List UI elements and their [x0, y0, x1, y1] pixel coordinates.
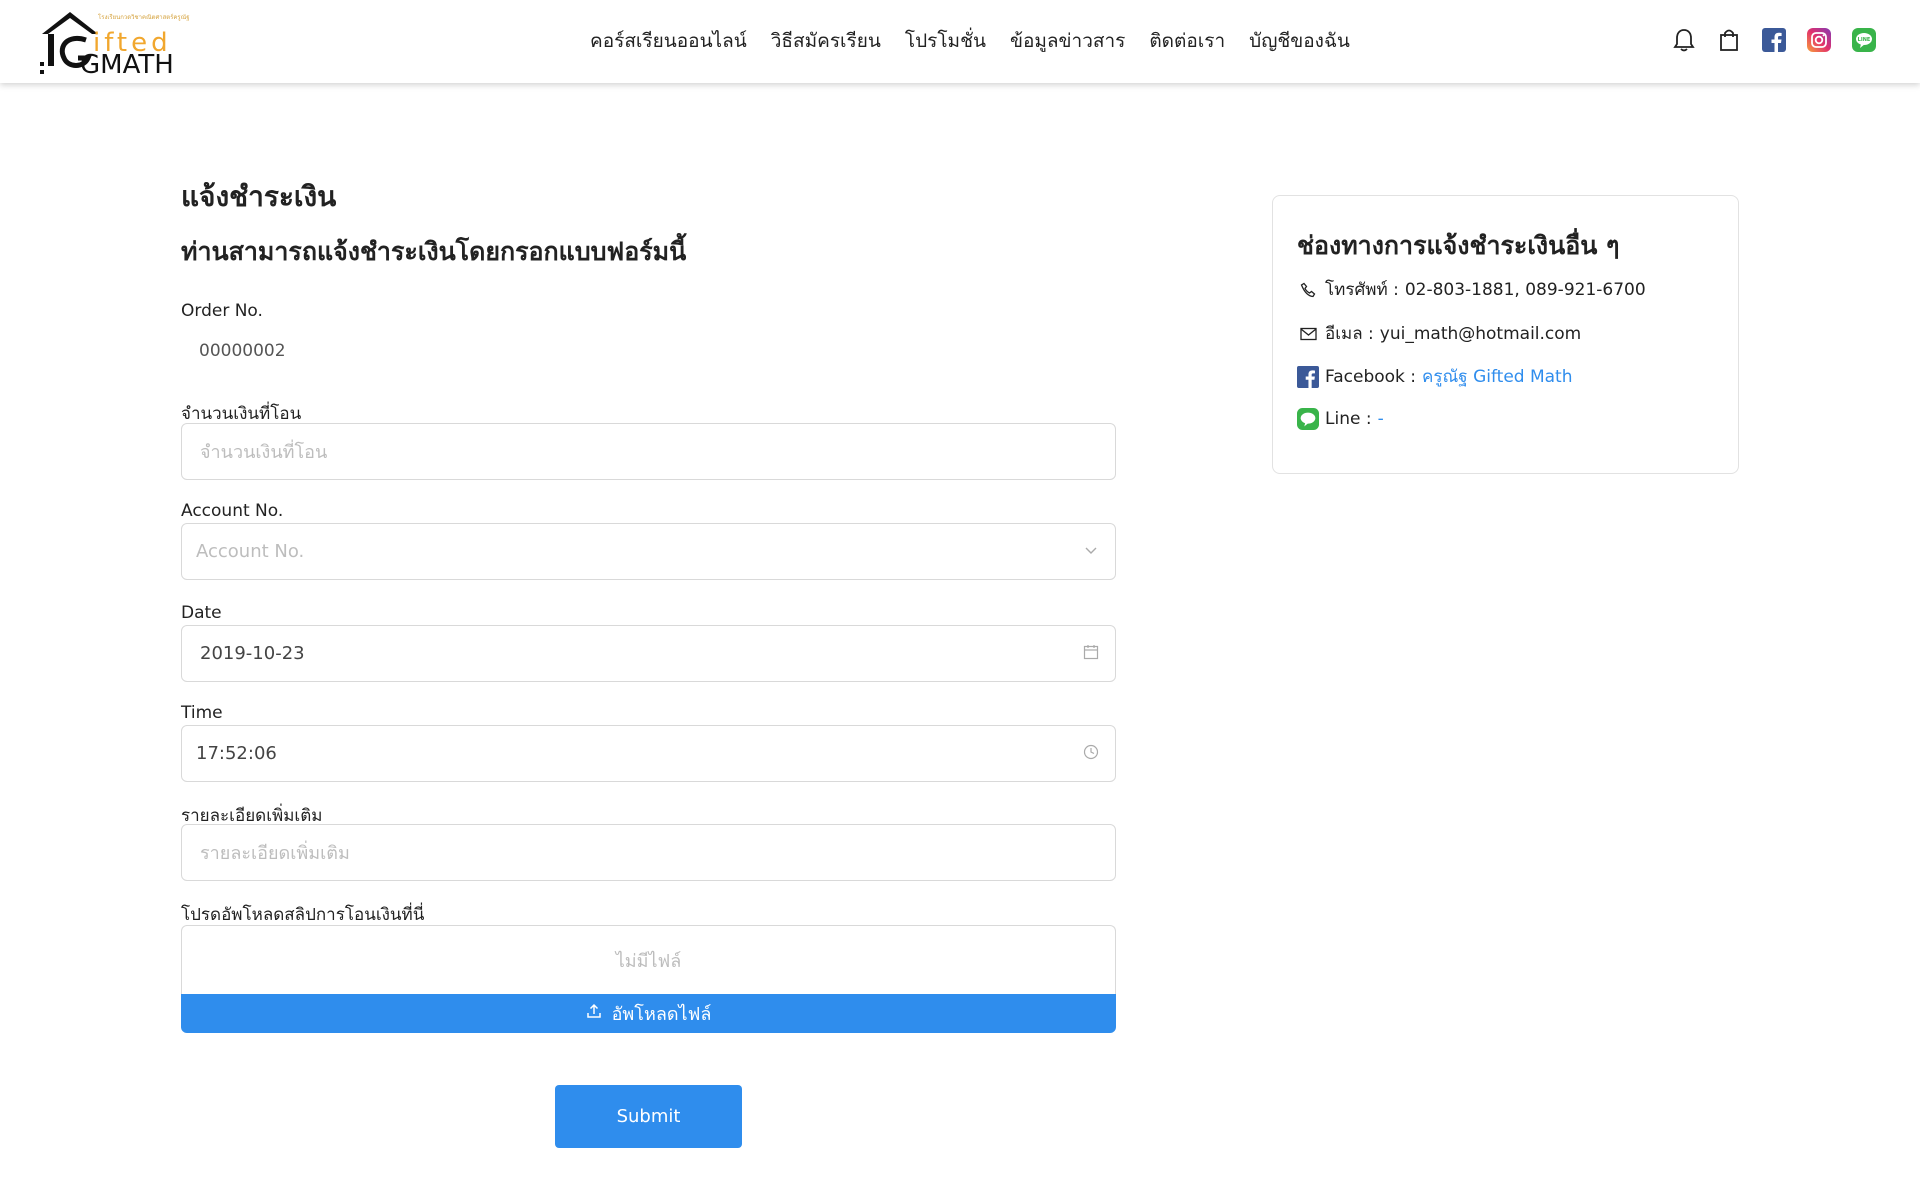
nav-how-to-register[interactable]: วิธีสมัครเรียน: [771, 26, 881, 56]
line-label: Line :: [1325, 409, 1372, 429]
facebook-icon: [1297, 365, 1319, 388]
clock-icon: [1083, 744, 1101, 762]
account-no-label: Account No.: [181, 501, 284, 521]
date-label: Date: [181, 603, 222, 623]
main-nav: คอร์สเรียนออนไลน์ วิธีสมัครเรียน โปรโมชั…: [590, 26, 1350, 56]
submit-button[interactable]: Submit: [555, 1085, 742, 1148]
facebook-row: Facebook : ครูณัฐ Gifted Math: [1297, 363, 1573, 390]
time-picker[interactable]: 17:52:06: [181, 725, 1116, 782]
chevron-down-icon: [1083, 542, 1101, 560]
order-no-value: 00000002: [199, 341, 286, 361]
logo-word-math: GMATH: [80, 50, 174, 80]
nav-my-account[interactable]: บัญชีของฉัน: [1249, 26, 1350, 56]
nav-online-courses[interactable]: คอร์สเรียนออนไลน์: [590, 26, 747, 56]
amount-placeholder: จำนวนเงินที่โอน: [200, 442, 328, 463]
date-value: 2019-10-23: [200, 643, 305, 664]
line-row: Line : -: [1297, 408, 1384, 430]
other-payment-channels-card: ช่องทางการแจ้งชำระเงินอื่น ๆ โทรศัพท์ : …: [1272, 195, 1739, 474]
header-icon-group: LINE: [1671, 27, 1876, 52]
nav-news[interactable]: ข้อมูลข่าวสาร: [1010, 26, 1125, 56]
page-subtitle: ท่านสามารถแจ้งชำระเงินโดยกรอกแบบฟอร์มนี้: [181, 237, 687, 266]
phone-icon: [1297, 279, 1319, 301]
phone-row: โทรศัพท์ : 02-803-1881, 089-921-6700: [1297, 276, 1646, 303]
email-row: อีเมล : yui_math@hotmail.com: [1297, 320, 1581, 347]
facebook-icon[interactable]: [1761, 27, 1786, 52]
order-no-label: Order No.: [181, 301, 263, 321]
gifted-math-logo[interactable]: โรงเรียนกวดวิชาคณิตศาสตร์ครูณัฐ ifted GM…: [38, 6, 198, 80]
account-no-select[interactable]: Account No.: [181, 523, 1116, 580]
upload-file-button[interactable]: อัพโหลดไฟล์: [181, 994, 1116, 1033]
side-card-title: ช่องทางการแจ้งชำระเงินอื่น ๆ: [1297, 231, 1620, 260]
upload-button-label: อัพโหลดไฟล์: [611, 1004, 712, 1025]
upload-empty-text: ไม่มีไฟล์: [615, 951, 682, 972]
upload-label: โปรดอัพโหลดสลิปการโอนเงินที่นี่: [181, 905, 425, 925]
line-link[interactable]: -: [1378, 409, 1384, 429]
email-value: yui_math@hotmail.com: [1379, 323, 1582, 344]
page-title: แจ้งชำระเงิน: [181, 180, 337, 213]
shopping-bag-icon[interactable]: [1716, 27, 1741, 52]
mail-icon: [1297, 323, 1319, 345]
nav-promotions[interactable]: โปรโมชั่น: [905, 26, 986, 56]
top-navbar: โรงเรียนกวดวิชาคณิตศาสตร์ครูณัฐ ifted GM…: [0, 0, 1920, 83]
account-no-placeholder: Account No.: [196, 541, 305, 562]
details-input[interactable]: รายละเอียดเพิ่มเติม: [181, 824, 1116, 881]
upload-icon: [586, 1003, 602, 1024]
nav-contact[interactable]: ติดต่อเรา: [1149, 26, 1225, 56]
time-value: 17:52:06: [196, 743, 277, 764]
phone-label: โทรศัพท์ :: [1325, 280, 1399, 300]
time-label: Time: [181, 703, 223, 723]
line-icon[interactable]: LINE: [1851, 27, 1876, 52]
logo-tagline: โรงเรียนกวดวิชาคณิตศาสตร์ครูณัฐ: [98, 14, 190, 21]
instagram-icon[interactable]: [1806, 27, 1831, 52]
phone-value: 02-803-1881, 089-921-6700: [1404, 279, 1646, 300]
svg-text:LINE: LINE: [1857, 37, 1870, 43]
details-placeholder: รายละเอียดเพิ่มเติม: [200, 843, 350, 864]
calendar-icon: [1083, 644, 1101, 662]
date-picker[interactable]: 2019-10-23: [181, 625, 1116, 682]
amount-input[interactable]: จำนวนเงินที่โอน: [181, 423, 1116, 480]
email-label: อีเมล :: [1325, 324, 1374, 344]
bell-icon[interactable]: [1671, 27, 1696, 52]
facebook-link[interactable]: ครูณัฐ Gifted Math: [1422, 363, 1573, 390]
facebook-label: Facebook :: [1325, 366, 1417, 387]
upload-dropzone[interactable]: ไม่มีไฟล์: [181, 925, 1116, 995]
line-icon: [1297, 408, 1319, 430]
